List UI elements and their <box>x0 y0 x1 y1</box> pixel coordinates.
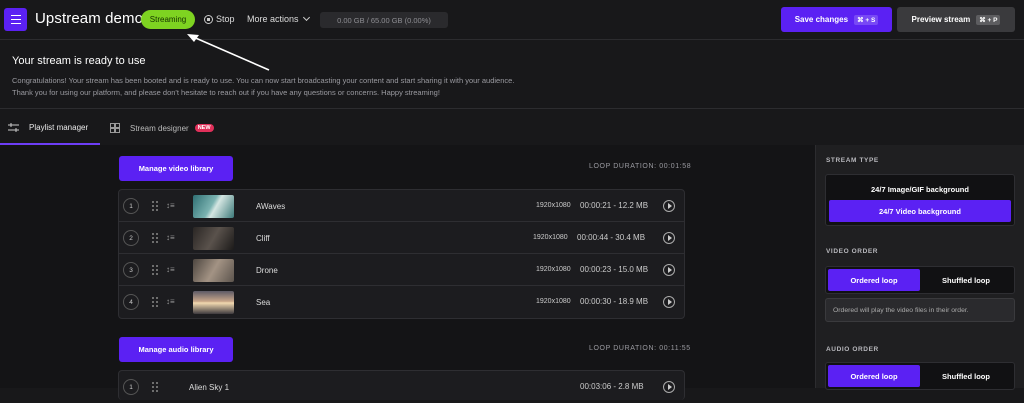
preview-stream-button[interactable]: Preview stream ⌘ + P <box>897 7 1015 32</box>
video-row[interactable]: 4 ↕≡ Sea 1920x1080 00:00:30 - 18.9 MB <box>119 286 684 318</box>
audio-row[interactable]: 1 Alien Sky 1 00:03:06 - 2.8 MB <box>119 371 684 403</box>
stream-title: Upstream demo <box>35 10 144 27</box>
audio-order-heading: AUDIO ORDER <box>826 346 879 353</box>
audio-shuffled-loop[interactable]: Shuffled loop <box>920 365 1012 387</box>
grid-icon <box>110 123 120 133</box>
storage-usage: 0.00 GB / 65.00 GB (0.00%) <box>320 12 448 28</box>
play-icon[interactable] <box>663 232 675 244</box>
tab-stream-designer[interactable]: Stream designer NEW <box>110 123 214 133</box>
drag-handle-icon[interactable] <box>152 233 160 243</box>
more-actions-button[interactable]: More actions <box>247 13 310 24</box>
video-name: Cliff <box>256 234 270 243</box>
video-loop-duration: LOOP DURATION: 00:01:58 <box>589 163 692 170</box>
drag-handle-icon[interactable] <box>152 265 160 275</box>
save-changes-button[interactable]: Save changes ⌘ + S <box>781 7 892 32</box>
video-thumbnail <box>193 291 234 314</box>
video-list: 1 ↕≡ AWaves 1920x1080 00:00:21 - 12.2 MB… <box>118 189 685 319</box>
drag-handle-icon[interactable] <box>152 201 160 211</box>
video-name: Sea <box>256 298 271 307</box>
manage-audio-library-button[interactable]: Manage audio library <box>119 337 233 362</box>
video-details: 00:00:44 - 30.4 MB <box>577 233 646 242</box>
row-number: 1 <box>123 379 139 395</box>
video-row[interactable]: 3 ↕≡ Drone 1920x1080 00:00:23 - 15.0 MB <box>119 254 684 286</box>
save-label: Save changes <box>794 15 849 24</box>
banner-title: Your stream is ready to use <box>12 55 146 67</box>
play-icon[interactable] <box>663 200 675 212</box>
video-order-info: Ordered will play the video files in the… <box>825 298 1015 322</box>
video-shuffled-loop[interactable]: Shuffled loop <box>920 269 1012 291</box>
audio-details: 00:03:06 - 2.8 MB <box>580 382 644 391</box>
audio-ordered-loop[interactable]: Ordered loop <box>828 365 920 387</box>
video-ordered-loop[interactable]: Ordered loop <box>828 269 920 291</box>
video-resolution: 1920x1080 <box>536 266 571 273</box>
divider <box>0 108 1024 109</box>
preview-label: Preview stream <box>911 15 971 24</box>
video-row[interactable]: 1 ↕≡ AWaves 1920x1080 00:00:21 - 12.2 MB <box>119 190 684 222</box>
play-icon[interactable] <box>663 381 675 393</box>
new-badge: NEW <box>194 124 214 132</box>
chevron-down-icon <box>302 13 310 22</box>
video-details: 00:00:21 - 12.2 MB <box>580 201 649 210</box>
tab-playlist-manager[interactable]: Playlist manager <box>8 123 88 132</box>
row-number: 3 <box>123 262 139 278</box>
option-image-background[interactable]: 24/7 Image/GIF background <box>829 178 1011 200</box>
video-resolution: 1920x1080 <box>536 298 571 305</box>
video-resolution: 1920x1080 <box>533 234 568 241</box>
video-details: 00:00:23 - 15.0 MB <box>580 265 649 274</box>
sort-icon[interactable]: ↕≡ <box>166 233 175 242</box>
sort-icon[interactable]: ↕≡ <box>166 265 175 274</box>
row-number: 4 <box>123 294 139 310</box>
preview-shortcut: ⌘ + P <box>976 14 1001 25</box>
tab-label: Stream designer <box>130 123 189 133</box>
more-actions-label: More actions <box>247 14 299 24</box>
video-details: 00:00:30 - 18.9 MB <box>580 297 649 306</box>
stop-label: Stop <box>216 14 235 24</box>
banner-text: Congratulations! Your stream has been bo… <box>12 76 515 97</box>
drag-handle-icon[interactable] <box>152 382 160 392</box>
video-thumbnail <box>193 195 234 218</box>
video-order-heading: VIDEO ORDER <box>826 248 879 255</box>
drag-handle-icon[interactable] <box>152 297 160 307</box>
option-video-background[interactable]: 24/7 Video background <box>829 200 1011 222</box>
video-order-toggle: Ordered loop Shuffled loop <box>825 266 1015 294</box>
audio-list: 1 Alien Sky 1 00:03:06 - 2.8 MB <box>118 370 685 400</box>
sort-icon[interactable]: ↕≡ <box>166 297 175 306</box>
stream-type-heading: STREAM TYPE <box>826 157 879 164</box>
video-resolution: 1920x1080 <box>536 202 571 209</box>
video-thumbnail <box>193 259 234 282</box>
top-bar: Upstream demo Streaming Stop More action… <box>0 0 1024 40</box>
stream-type-options: 24/7 Image/GIF background 24/7 Video bac… <box>825 174 1015 226</box>
audio-order-toggle: Ordered loop Shuffled loop <box>825 362 1015 390</box>
audio-loop-duration: LOOP DURATION: 00:11:55 <box>589 345 691 352</box>
video-name: AWaves <box>256 202 286 211</box>
annotation-arrow-icon <box>187 34 270 71</box>
save-shortcut: ⌘ + S <box>854 14 879 25</box>
manage-video-library-button[interactable]: Manage video library <box>119 156 233 181</box>
row-number: 2 <box>123 230 139 246</box>
video-name: Drone <box>256 266 278 275</box>
tab-label: Playlist manager <box>29 123 89 132</box>
sliders-icon <box>8 123 19 132</box>
sort-icon[interactable]: ↕≡ <box>166 201 175 210</box>
status-badge: Streaming <box>141 10 195 29</box>
stop-icon <box>204 14 213 24</box>
video-thumbnail <box>193 227 234 250</box>
menu-button[interactable] <box>4 8 27 31</box>
row-number: 1 <box>123 198 139 214</box>
stop-button[interactable]: Stop <box>204 14 235 24</box>
play-icon[interactable] <box>663 264 675 276</box>
play-icon[interactable] <box>663 296 675 308</box>
video-row[interactable]: 2 ↕≡ Cliff 1920x1080 00:00:44 - 30.4 MB <box>119 222 684 254</box>
